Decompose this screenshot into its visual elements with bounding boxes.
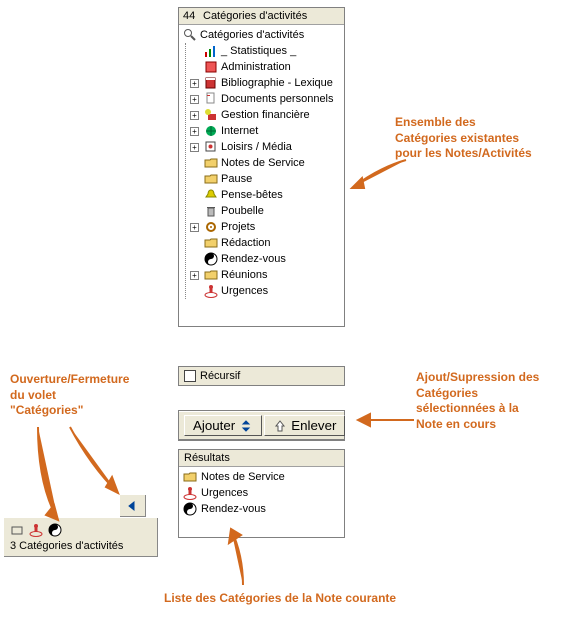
book-icon: [204, 76, 218, 90]
tree-item[interactable]: _ Statistiques _: [188, 43, 342, 59]
expand-toggle[interactable]: +: [190, 223, 199, 232]
tree-item[interactable]: Administration: [188, 59, 342, 75]
callout-ensemble: Ensemble des Catégories existantes pour …: [395, 115, 555, 162]
tree-item[interactable]: + Bibliographie - Lexique: [188, 75, 342, 91]
categories-mini-toolbar: 3 Catégories d'activités: [4, 518, 158, 557]
expand-toggle[interactable]: +: [190, 79, 199, 88]
tree-item[interactable]: + Gestion financière: [188, 107, 342, 123]
tree-root[interactable]: Catégories d'activités: [181, 27, 342, 43]
folder-icon: [204, 172, 218, 186]
recursive-row[interactable]: Récursif: [179, 367, 344, 385]
tree-item-label: Internet: [221, 125, 258, 137]
tree-item[interactable]: Notes de Service: [188, 155, 342, 171]
chart-icon: [204, 44, 218, 58]
tree-item-label: Pense-bêtes: [221, 189, 283, 201]
folder-icon: [204, 236, 218, 250]
tree-item-label: Notes de Service: [221, 157, 305, 169]
tree-item-label: Gestion financière: [221, 109, 310, 121]
remove-button[interactable]: Enlever: [264, 415, 345, 436]
result-item-label: Urgences: [201, 487, 248, 499]
expand-toggle[interactable]: +: [190, 111, 199, 120]
doc-icon: [204, 92, 218, 106]
tree-item[interactable]: + Loisirs / Média: [188, 139, 342, 155]
folder-icon: [204, 268, 218, 282]
tree-item[interactable]: Rendez-vous: [188, 251, 342, 267]
tree-item[interactable]: Poubelle: [188, 203, 342, 219]
result-item[interactable]: Rendez-vous: [181, 501, 342, 517]
result-item-label: Rendez-vous: [201, 503, 266, 515]
media-icon: [204, 140, 218, 154]
urgent-icon: [204, 284, 218, 298]
tree-item[interactable]: Urgences: [188, 283, 342, 299]
tree-item[interactable]: Pause: [188, 171, 342, 187]
expand-toggle[interactable]: +: [190, 271, 199, 280]
add-button-label: Ajouter: [193, 418, 235, 433]
folder-icon: [204, 156, 218, 170]
closed-folder-icon[interactable]: [10, 523, 24, 537]
expand-toggle[interactable]: +: [190, 95, 199, 104]
tree-item[interactable]: + Documents personnels: [188, 91, 342, 107]
tree-item[interactable]: + Internet: [188, 123, 342, 139]
remove-button-label: Enlever: [291, 418, 336, 433]
up-arrow-icon: [273, 419, 287, 433]
back-arrow-icon: [126, 499, 140, 513]
results-panel: Résultats Notes de Service Urgences Rendez…: [178, 449, 345, 538]
panel-header: 44 Catégories d'activités: [179, 8, 344, 25]
panel-title: Catégories d'activités: [203, 10, 307, 22]
search-icon: [183, 28, 197, 42]
folder-icon: [183, 470, 197, 484]
sort-icon: [239, 419, 253, 433]
urgent-icon: [183, 486, 197, 500]
callout-list: Liste des Catégories de la Note courante: [164, 591, 396, 607]
controls-panel: Récursif: [178, 366, 345, 386]
category-count: 44: [183, 10, 199, 22]
expand-toggle[interactable]: +: [190, 127, 199, 136]
tree-item-label: Urgences: [221, 285, 268, 297]
tree-item[interactable]: + Réunions: [188, 267, 342, 283]
recursive-label: Récursif: [200, 370, 240, 382]
tree-item-label: _ Statistiques _: [221, 45, 296, 57]
expand-toggle[interactable]: +: [190, 143, 199, 152]
tree-item-label: Loisirs / Média: [221, 141, 292, 153]
tree-item-label: Bibliographie - Lexique: [221, 77, 333, 89]
gear-icon: [204, 220, 218, 234]
tree-item-label: Rendez-vous: [221, 253, 286, 265]
tree-item[interactable]: Rédaction: [188, 235, 342, 251]
tree-item-label: Réunions: [221, 269, 267, 281]
bell-icon: [204, 188, 218, 202]
tree-item[interactable]: + Projets: [188, 219, 342, 235]
tree-item-label: Documents personnels: [221, 93, 334, 105]
callout-open-close: Ouverture/Fermeture du volet "Catégories…: [10, 372, 160, 419]
mini-count-label: 3 Catégories d'activités: [8, 539, 153, 553]
tree-root-label: Catégories d'activités: [200, 29, 304, 41]
tree-item-label: Poubelle: [221, 205, 264, 217]
urgent-icon[interactable]: [29, 523, 43, 537]
money-icon: [204, 108, 218, 122]
buttons-panel: Ajouter Enlever: [178, 410, 345, 441]
results-header: Résultats: [179, 450, 344, 467]
tree-item-label: Administration: [221, 61, 291, 73]
result-item-label: Notes de Service: [201, 471, 285, 483]
results-title: Résultats: [184, 452, 230, 464]
tree-item[interactable]: Pense-bêtes: [188, 187, 342, 203]
tree-item-label: Projets: [221, 221, 255, 233]
admin-icon: [204, 60, 218, 74]
add-button[interactable]: Ajouter: [184, 415, 262, 436]
result-item[interactable]: Urgences: [181, 485, 342, 501]
recursive-checkbox[interactable]: [184, 370, 196, 382]
yinyang-icon[interactable]: [48, 523, 62, 537]
yinyang-icon: [183, 502, 197, 516]
categories-tree-panel: 44 Catégories d'activités Catégories d'a…: [178, 7, 345, 327]
tree-item-label: Pause: [221, 173, 252, 185]
globe-icon: [204, 124, 218, 138]
tree-item-label: Rédaction: [221, 237, 271, 249]
yinyang-icon: [204, 252, 218, 266]
callout-add-remove: Ajout/Supression des Catégories sélectio…: [416, 370, 561, 432]
result-item[interactable]: Notes de Service: [181, 469, 342, 485]
trash-icon: [204, 204, 218, 218]
